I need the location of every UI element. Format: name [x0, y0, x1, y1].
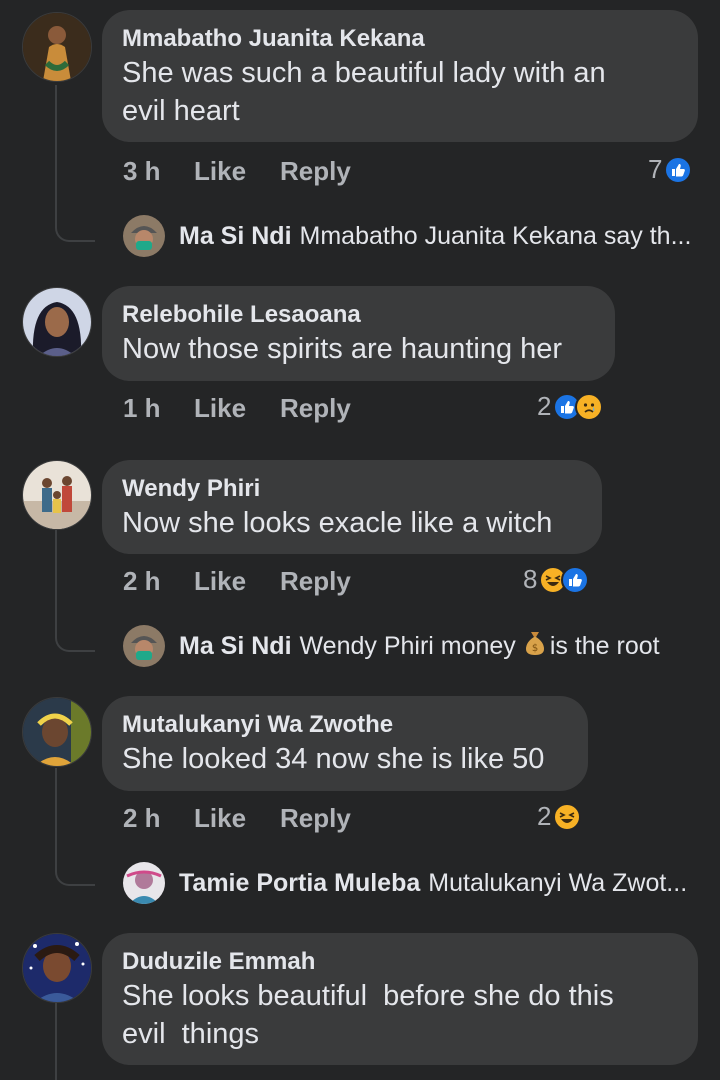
like-button[interactable]: Like — [194, 156, 280, 187]
like-button[interactable]: Like — [194, 393, 280, 424]
reply-button[interactable]: Reply — [280, 393, 351, 424]
comment-text: She looked 34 now she is like 50 — [122, 743, 545, 775]
comment-bubble[interactable]: Mutalukanyi Wa Zwothe She looked 34 now … — [102, 696, 588, 791]
comment-time[interactable]: 1 h — [123, 393, 194, 424]
comment-author[interactable]: Duduzile Emmah — [122, 947, 678, 977]
reply-preview[interactable]: Ma Si Ndi Wendy Phiri money $ is the roo… — [123, 625, 660, 667]
reaction-count: 2 — [537, 801, 552, 831]
avatar[interactable] — [22, 697, 92, 767]
reply-button[interactable]: Reply — [280, 566, 351, 597]
comment-bubble[interactable]: Mmabatho Juanita Kekana She was such a b… — [102, 10, 698, 142]
thread-line — [55, 85, 57, 213]
comment-time[interactable]: 2 h — [123, 803, 194, 834]
comment-actions: 2 h Like Reply — [123, 566, 351, 597]
thread-line — [55, 768, 57, 860]
avatar — [123, 625, 165, 667]
money-bag-icon: $ — [524, 630, 546, 663]
avatar[interactable] — [22, 460, 92, 530]
comment-actions: 1 h Like Reply — [123, 393, 351, 424]
avatar[interactable] — [22, 12, 92, 82]
comment-author[interactable]: Mutalukanyi Wa Zwothe — [122, 710, 568, 740]
comment-text: Now she looks exacle like a witch — [122, 507, 553, 539]
comment-actions: 3 h Like Reply — [123, 156, 351, 187]
reaction-summary[interactable]: 7 — [648, 154, 693, 185]
like-button[interactable]: Like — [194, 803, 280, 834]
reply-button[interactable]: Reply — [280, 156, 351, 187]
comment-actions: 2 h Like Reply — [123, 803, 351, 834]
reply-preview[interactable]: Ma Si Ndi Mmabatho Juanita Kekana say th… — [123, 215, 691, 257]
thread-line — [55, 530, 57, 626]
comment-author[interactable]: Relebohile Lesaoana — [122, 300, 595, 330]
reaction-count: 8 — [523, 564, 538, 594]
comment-author[interactable]: Wendy Phiri — [122, 474, 582, 504]
reply-text: Mmabatho Juanita Kekana say th... — [299, 221, 692, 250]
comment-author[interactable]: Mmabatho Juanita Kekana — [122, 24, 678, 54]
thread-line — [55, 1002, 57, 1080]
comment-bubble[interactable]: Duduzile Emmah She looks beautiful befor… — [102, 933, 698, 1065]
reply-author[interactable]: Ma Si Ndi — [179, 222, 292, 251]
comment-text: evil things — [122, 1018, 260, 1050]
like-reaction-icon — [664, 155, 693, 184]
thread-hook — [55, 622, 95, 652]
like-button[interactable]: Like — [194, 566, 280, 597]
reply-text: is the root — [549, 631, 660, 660]
comment-time[interactable]: 3 h — [123, 156, 194, 187]
comment-time[interactable]: 2 h — [123, 566, 194, 597]
reaction-summary[interactable]: 8 — [523, 564, 590, 595]
avatar — [123, 215, 165, 257]
reaction-summary[interactable]: 2 — [537, 391, 604, 422]
reply-author[interactable]: Tamie Portia Muleba — [179, 869, 420, 898]
reply-text: Wendy Phiri money — [299, 631, 516, 660]
sad-reaction-icon — [575, 392, 604, 421]
thread-hook — [55, 212, 95, 242]
like-reaction-icon — [561, 565, 590, 594]
comment-text: evil heart — [122, 95, 240, 127]
reply-author[interactable]: Ma Si Ndi — [179, 632, 292, 661]
comment-text: Now those spirits are haunting her — [122, 333, 563, 365]
thread-hook — [55, 856, 95, 886]
reaction-summary[interactable]: 2 — [537, 801, 582, 832]
avatar[interactable] — [22, 933, 92, 1003]
avatar[interactable] — [22, 287, 92, 357]
haha-reaction-icon — [553, 802, 582, 831]
comment-bubble[interactable]: Wendy Phiri Now she looks exacle like a … — [102, 460, 602, 554]
reaction-count: 7 — [648, 154, 663, 184]
reaction-count: 2 — [537, 391, 552, 421]
comment-bubble[interactable]: Relebohile Lesaoana Now those spirits ar… — [102, 286, 615, 381]
comment-text: She looks beautiful before she do this — [122, 980, 614, 1012]
svg-text:$: $ — [532, 643, 538, 654]
reply-button[interactable]: Reply — [280, 803, 351, 834]
reply-preview[interactable]: Tamie Portia Muleba Mutalukanyi Wa Zwot.… — [123, 862, 687, 904]
reply-text: Mutalukanyi Wa Zwot... — [428, 868, 688, 897]
avatar — [123, 862, 165, 904]
comment-text: She was such a beautiful lady with an — [122, 57, 606, 89]
